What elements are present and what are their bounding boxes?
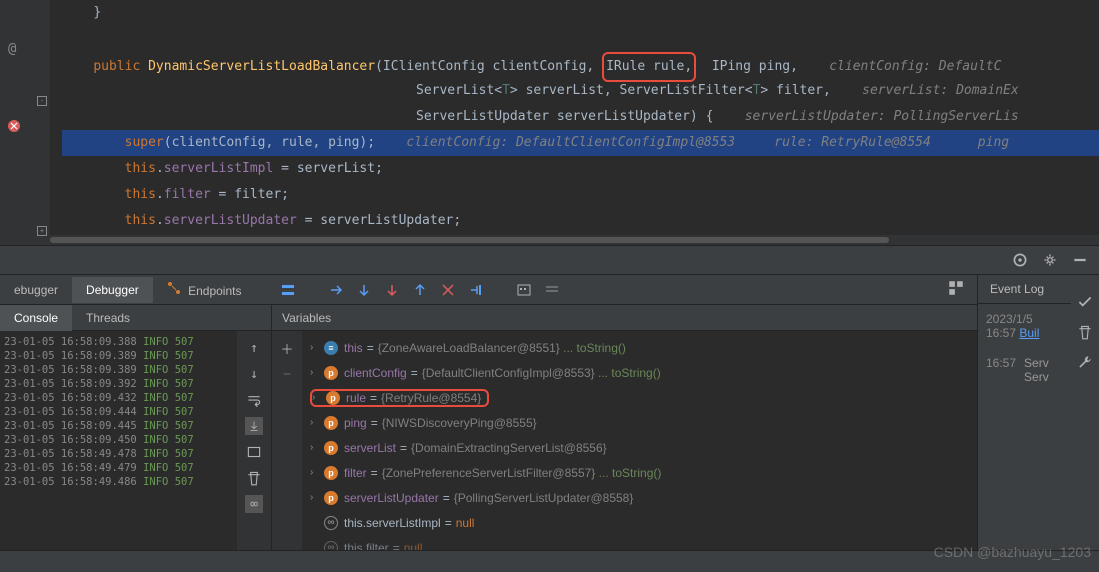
layout-icon[interactable] [279, 281, 297, 299]
this-icon: ≡ [324, 341, 338, 355]
editor-toolbar [0, 245, 1099, 275]
minimize-icon[interactable] [1071, 251, 1089, 269]
var-clientconfig[interactable]: › p clientConfig={DefaultClientConfigImp… [302, 360, 977, 385]
annotation-icon: @ [8, 41, 16, 57]
param-icon: p [324, 491, 338, 505]
link-icon[interactable]: ∞ [245, 495, 263, 513]
remove-watch-icon[interactable]: − [278, 365, 296, 383]
rule-highlight-box: › p rule={RetryRule@8554} [310, 389, 489, 407]
trace-icon[interactable] [543, 281, 561, 299]
expand-icon[interactable]: › [310, 342, 324, 353]
tab-debugger[interactable]: Debugger [72, 277, 153, 303]
run-to-cursor-icon[interactable] [467, 281, 485, 299]
breakpoint-icon[interactable] [6, 118, 22, 134]
param-icon: p [326, 391, 340, 405]
variables-tree[interactable]: › ≡ this={ZoneAwareLoadBalancer@8551} ..… [302, 331, 977, 571]
code-editor[interactable]: @ - + } public DynamicServerListLoadBala… [0, 0, 1099, 245]
right-tool-strip [1071, 275, 1099, 389]
trash-icon[interactable] [1076, 323, 1094, 341]
check-icon[interactable] [1076, 293, 1094, 311]
var-this[interactable]: › ≡ this={ZoneAwareLoadBalancer@8551} ..… [302, 335, 977, 360]
step-into-icon[interactable] [383, 281, 401, 299]
frames-section: Console Threads 23-01-05 16:58:09.388 IN… [0, 305, 272, 571]
keyword-public: public [93, 59, 140, 74]
editor-gutter: @ - + [0, 0, 50, 245]
add-watch-icon[interactable]: ＋ [278, 339, 296, 357]
debug-panel: ebugger Debugger Endpoints [0, 275, 1099, 571]
execution-line: super(clientConfig, rule, ping); clientC… [62, 130, 1099, 156]
wrench-icon[interactable] [1076, 353, 1094, 371]
var-rule[interactable]: › p rule={RetryRule@8554} [302, 385, 977, 410]
endpoints-icon [167, 281, 181, 295]
infinity-icon: ∞ [324, 516, 338, 530]
print-icon[interactable] [245, 443, 263, 461]
watermark: CSDN @bazhuayu_1203 [934, 544, 1091, 560]
drop-frame-icon[interactable] [439, 281, 457, 299]
code-content[interactable]: } public DynamicServerListLoadBalancer(I… [50, 0, 1099, 245]
debug-tabs-bar: ebugger Debugger Endpoints [0, 275, 977, 305]
var-serverlist[interactable]: › p serverList={DomainExtractingServerLi… [302, 435, 977, 460]
var-tsli[interactable]: › ∞ this.serverListImpl=null [302, 510, 977, 535]
evaluate-icon[interactable] [515, 281, 533, 299]
soft-wrap-icon[interactable] [245, 391, 263, 409]
event-link[interactable]: Buil [1019, 326, 1039, 340]
log-side-toolbar: ↑ ↓ ∞ [237, 331, 271, 571]
scroll-up-icon[interactable]: ↑ [245, 339, 263, 357]
collapse-marker[interactable]: - [37, 96, 47, 106]
param-icon: p [324, 366, 338, 380]
tab-endpoints[interactable]: Endpoints [153, 275, 256, 304]
layout-settings-icon[interactable] [947, 279, 965, 297]
param-icon: p [324, 416, 338, 430]
constructor-name: DynamicServerListLoadBalancer [148, 59, 375, 74]
scroll-down-icon[interactable]: ↓ [245, 365, 263, 383]
step-over-icon[interactable] [355, 281, 373, 299]
var-filter[interactable]: › p filter={ZonePreferenceServerListFilt… [302, 460, 977, 485]
target-icon[interactable] [1011, 251, 1029, 269]
tab-console[interactable]: Console [0, 305, 72, 331]
tab-threads[interactable]: Threads [72, 305, 144, 331]
var-ping[interactable]: › p ping={NIWSDiscoveryPing@8555} [302, 410, 977, 435]
param-icon: p [324, 441, 338, 455]
tab-debugger-outer[interactable]: ebugger [0, 277, 72, 303]
show-exec-icon[interactable] [327, 281, 345, 299]
log-output[interactable]: 23-01-05 16:58:09.388 INFO 50723-01-05 1… [0, 331, 237, 571]
step-out-icon[interactable] [411, 281, 429, 299]
var-slupdater[interactable]: › p serverListUpdater={PollingServerList… [302, 485, 977, 510]
gear-icon[interactable] [1041, 251, 1059, 269]
vars-side-toolbar: ＋ − [272, 331, 302, 571]
variables-section: Variables ＋ − › ≡ this={ZoneAwareLoadBal… [272, 305, 977, 571]
clear-icon[interactable] [245, 469, 263, 487]
inline-hint: clientConfig: DefaultC [829, 59, 1001, 74]
variables-label: Variables [282, 311, 331, 325]
scroll-to-end-icon[interactable] [245, 417, 263, 435]
param-icon: p [324, 466, 338, 480]
horizontal-scrollbar[interactable] [50, 235, 1099, 245]
expand-marker[interactable]: + [37, 226, 47, 236]
